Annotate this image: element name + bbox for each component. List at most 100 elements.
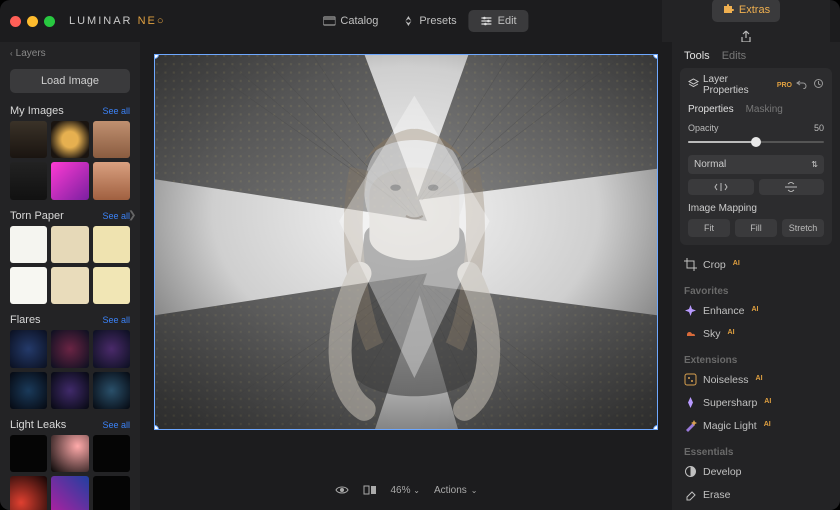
visibility-icon[interactable] xyxy=(335,484,349,496)
asset-thumbnail[interactable] xyxy=(51,226,88,263)
section-light-leaks: Light Leaks xyxy=(10,419,66,431)
asset-thumbnail[interactable] xyxy=(51,372,88,409)
tab-tools[interactable]: Tools xyxy=(684,50,710,62)
undo-icon[interactable] xyxy=(796,78,807,92)
catalog-icon xyxy=(323,16,335,26)
tool-noiseless[interactable]: NoiselessAI xyxy=(684,368,828,391)
supersharp-icon xyxy=(684,396,697,409)
image-canvas[interactable] xyxy=(154,54,658,430)
actions-dropdown[interactable]: Actions ⌄ xyxy=(434,485,478,496)
asset-thumbnail[interactable] xyxy=(51,267,88,304)
see-all-light-leaks[interactable]: See all xyxy=(102,420,130,430)
back-to-layers[interactable]: ‹Layers xyxy=(0,42,140,65)
layer-tab-masking[interactable]: Masking xyxy=(746,104,783,115)
asset-thumbnail[interactable] xyxy=(51,121,88,158)
compare-icon[interactable] xyxy=(363,484,377,496)
zoom-level[interactable]: 46% ⌄ xyxy=(391,485,421,496)
layers-icon xyxy=(688,78,699,92)
see-all-torn-paper[interactable]: See all xyxy=(102,211,130,221)
panel-expand-icon[interactable]: ❯ xyxy=(128,210,136,221)
tool-crop[interactable]: CropAI xyxy=(684,253,828,276)
zoom-window-button[interactable] xyxy=(44,16,55,27)
top-nav: Catalog Presets Edit xyxy=(311,10,528,32)
tool-sky[interactable]: SkyAI xyxy=(684,322,828,345)
asset-thumbnail[interactable] xyxy=(93,267,130,304)
asset-thumbnail[interactable] xyxy=(51,330,88,367)
magic-light-icon xyxy=(684,419,697,432)
collapse-icon[interactable] xyxy=(813,78,824,92)
layer-properties-panel: Layer Properties PRO Properties Masking … xyxy=(680,68,832,245)
asset-thumbnail[interactable] xyxy=(51,162,88,199)
chevron-up-down-icon: ⇅ xyxy=(811,160,818,169)
see-all-my-images[interactable]: See all xyxy=(102,106,130,116)
tool-erase[interactable]: Erase xyxy=(684,483,828,506)
erase-icon xyxy=(684,488,697,501)
category-essentials: Essentials xyxy=(684,437,828,460)
section-torn-paper: Torn Paper xyxy=(10,210,64,222)
tool-supersharp[interactable]: SupersharpAI xyxy=(684,391,828,414)
minimize-window-button[interactable] xyxy=(27,16,38,27)
titlebar: LUMINAR NE○ Catalog Presets Edit Extras xyxy=(0,0,840,42)
tools-panel: Tools Edits Layer Properties PRO Propert… xyxy=(672,42,840,510)
asset-thumbnail[interactable] xyxy=(10,267,47,304)
edit-icon xyxy=(481,16,493,26)
asset-thumbnail[interactable] xyxy=(93,121,130,158)
tool-develop[interactable]: Develop xyxy=(684,460,828,483)
sky-icon xyxy=(684,327,697,340)
asset-thumbnail[interactable] xyxy=(10,330,47,367)
section-my-images: My Images xyxy=(10,105,64,117)
load-image-button[interactable]: Load Image xyxy=(10,69,130,93)
asset-thumbnail[interactable] xyxy=(93,435,130,472)
canvas-toolbar: 46% ⌄ Actions ⌄ xyxy=(140,470,672,510)
tab-edits[interactable]: Edits xyxy=(722,50,746,62)
blend-mode-dropdown[interactable]: Normal⇅ xyxy=(688,155,824,174)
asset-thumbnail[interactable] xyxy=(93,476,130,510)
flip-horizontal-button[interactable] xyxy=(688,179,754,195)
asset-thumbnail[interactable] xyxy=(93,162,130,199)
nav-catalog[interactable]: Catalog xyxy=(311,10,390,32)
flip-vertical-button[interactable] xyxy=(759,179,825,195)
asset-thumbnail[interactable] xyxy=(51,435,88,472)
layer-tab-properties[interactable]: Properties xyxy=(688,104,734,115)
layers-panel: ‹Layers Load Image My Images See all Torn… xyxy=(0,42,140,510)
mapping-stretch-button[interactable]: Stretch xyxy=(782,219,824,237)
crop-icon xyxy=(684,258,697,271)
tool-enhance[interactable]: EnhanceAI xyxy=(684,299,828,322)
close-window-button[interactable] xyxy=(10,16,21,27)
asset-thumbnail[interactable] xyxy=(93,330,130,367)
asset-thumbnail[interactable] xyxy=(10,476,47,510)
window-controls xyxy=(10,16,55,27)
tool-magic-light[interactable]: Magic LightAI xyxy=(684,414,828,437)
asset-thumbnail[interactable] xyxy=(93,372,130,409)
asset-thumbnail[interactable] xyxy=(10,226,47,263)
see-all-flares[interactable]: See all xyxy=(102,315,130,325)
develop-icon xyxy=(684,465,697,478)
opacity-slider[interactable] xyxy=(688,135,824,149)
asset-thumbnail[interactable] xyxy=(10,372,47,409)
mapping-fill-button[interactable]: Fill xyxy=(735,219,777,237)
canvas-area: 46% ⌄ Actions ⌄ xyxy=(140,42,672,510)
category-extensions: Extensions xyxy=(684,345,828,368)
noiseless-icon xyxy=(684,373,697,386)
asset-thumbnail[interactable] xyxy=(51,476,88,510)
section-flares: Flares xyxy=(10,314,41,326)
opacity-value: 50 xyxy=(814,123,824,133)
enhance-icon xyxy=(684,304,697,317)
asset-thumbnail[interactable] xyxy=(10,162,47,199)
mapping-fit-button[interactable]: Fit xyxy=(688,219,730,237)
image-mapping-label: Image Mapping xyxy=(688,203,824,214)
asset-thumbnail[interactable] xyxy=(10,121,47,158)
tool-structure[interactable]: StructureAI xyxy=(684,506,828,510)
transform-handle-br[interactable] xyxy=(653,425,658,430)
opacity-label: Opacity xyxy=(688,123,719,133)
brand-logo: LUMINAR NE○ xyxy=(69,15,166,27)
pro-badge: PRO xyxy=(777,82,792,89)
asset-thumbnail[interactable] xyxy=(93,226,130,263)
category-favorites: Favorites xyxy=(684,276,828,299)
nav-edit[interactable]: Edit xyxy=(469,10,529,32)
extras-button[interactable]: Extras xyxy=(712,0,780,22)
asset-thumbnail[interactable] xyxy=(10,435,47,472)
nav-presets[interactable]: Presets xyxy=(390,10,468,32)
presets-icon xyxy=(402,16,414,26)
puzzle-icon xyxy=(722,3,734,18)
